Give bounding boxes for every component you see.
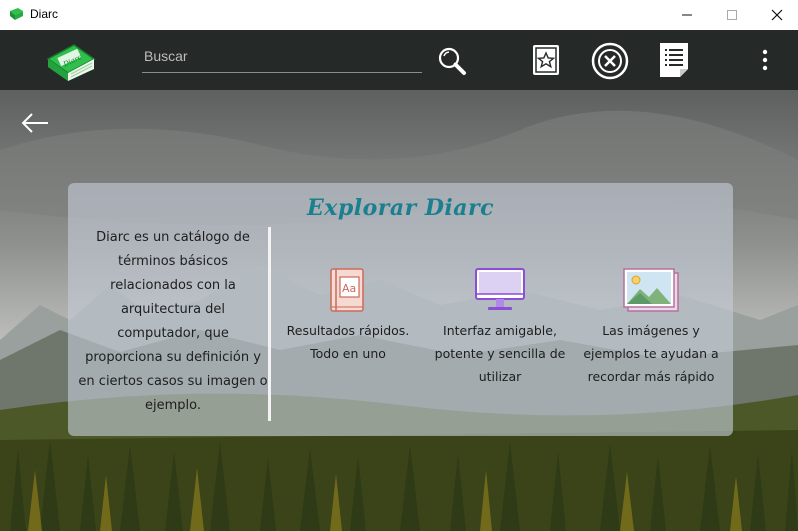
dictionary-book-icon: Aa	[330, 268, 364, 312]
maximize-button[interactable]	[709, 0, 755, 30]
feature-images-examples: Las imágenes y ejemplos te ayudan a reco…	[576, 267, 726, 388]
panel-divider	[268, 227, 271, 421]
panel-description: Diarc es un catálogo de términos básicos…	[78, 230, 268, 413]
panel-title: Explorar Diarc	[306, 195, 495, 221]
search-icon[interactable]	[437, 46, 467, 76]
window-titlebar: Diarc	[0, 0, 798, 30]
landscape-image-icon	[623, 268, 679, 312]
feature-text: Resultados rápidos. Todo en uno	[286, 323, 410, 361]
search-field	[142, 42, 422, 73]
minimize-button[interactable]	[664, 0, 710, 30]
svg-text:Aa: Aa	[342, 282, 356, 295]
close-icon	[771, 9, 783, 21]
monitor-icon	[475, 268, 525, 310]
feature-friendly-interface: Interfaz amigable, potente y sencilla de…	[425, 267, 575, 388]
maximize-icon	[727, 10, 737, 20]
list-document-icon[interactable]	[658, 41, 690, 79]
feature-quick-results: Aa Resultados rápidos. Todo en uno	[273, 267, 423, 365]
more-vertical-icon[interactable]	[758, 48, 772, 72]
app-logo-icon	[10, 8, 23, 20]
green-book-logo-icon[interactable]: Diarc	[44, 37, 96, 85]
minimize-icon	[682, 14, 692, 16]
feature-text: Interfaz amigable, potente y sencilla de…	[434, 323, 566, 384]
close-circle-icon[interactable]	[591, 42, 629, 80]
explore-panel: Explorar Diarc Diarc es un catálogo de t…	[68, 183, 733, 436]
window-title: Diarc	[30, 7, 59, 21]
close-window-button[interactable]	[754, 0, 798, 30]
favorites-star-icon[interactable]	[531, 43, 561, 77]
feature-text: Las imágenes y ejemplos te ayudan a reco…	[583, 323, 719, 384]
back-arrow-icon[interactable]	[20, 112, 50, 134]
search-input[interactable]	[142, 42, 416, 70]
